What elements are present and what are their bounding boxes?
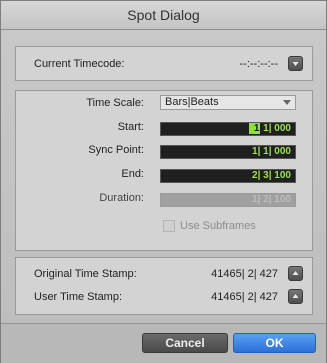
ok-button[interactable]: OK <box>233 333 316 353</box>
duration-label: Duration: <box>99 192 144 204</box>
start-field-highlighted-segment: 1 <box>248 123 261 134</box>
use-subframes-label: Use Subframes <box>180 220 256 232</box>
current-timecode-capture-button[interactable] <box>288 56 303 71</box>
time-scale-select[interactable]: Bars|Beats <box>160 95 296 110</box>
sync-point-field[interactable]: 1| 1| 000 <box>160 145 296 159</box>
start-field[interactable]: 1 1| 000 <box>160 122 296 136</box>
start-label: Start: <box>117 121 144 133</box>
cancel-button[interactable]: Cancel <box>142 333 228 353</box>
original-time-stamp-label: Original Time Stamp: <box>34 268 137 280</box>
title-bar: Spot Dialog <box>1 1 326 30</box>
time-scale-selected-value: Bars|Beats <box>165 96 219 108</box>
duration-field: 1| 2| 100 <box>160 193 296 207</box>
up-arrow-icon <box>292 294 299 298</box>
current-timecode-section: Current Timecode: --:--:--:-- <box>15 46 313 81</box>
current-timecode-value: --:--:--:-- <box>239 58 278 70</box>
down-arrow-icon <box>292 62 299 66</box>
current-timecode-label: Current Timecode: <box>34 58 125 70</box>
spot-dialog-window: Spot Dialog Current Timecode: --:--:--:-… <box>0 0 327 363</box>
end-field[interactable]: 2| 3| 100 <box>160 169 296 183</box>
time-stamp-section: Original Time Stamp: 41465| 2| 427 User … <box>15 257 313 315</box>
dialog-footer: Cancel OK <box>1 323 326 363</box>
sync-point-label: Sync Point: <box>88 144 144 156</box>
spot-settings-section: Time Scale: Bars|Beats Start: 1 1| 000 S… <box>15 90 313 251</box>
chevron-down-icon <box>283 100 291 105</box>
user-time-stamp-button[interactable] <box>288 289 303 304</box>
user-time-stamp-label: User Time Stamp: <box>34 291 123 303</box>
up-arrow-icon <box>292 271 299 275</box>
end-label: End: <box>121 168 144 180</box>
time-scale-label: Time Scale: <box>86 97 144 109</box>
user-time-stamp-value: 41465| 2| 427 <box>211 291 278 303</box>
use-subframes-checkbox[interactable] <box>163 220 175 232</box>
original-time-stamp-value: 41465| 2| 427 <box>211 268 278 280</box>
start-field-rest: 1| 000 <box>260 123 291 134</box>
original-time-stamp-button[interactable] <box>288 266 303 281</box>
